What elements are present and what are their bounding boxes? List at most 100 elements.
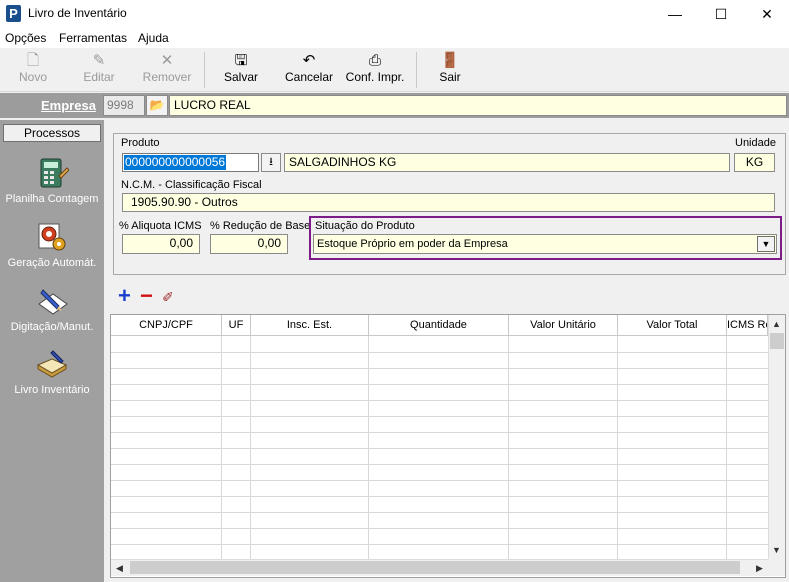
menu-ferramentas[interactable]: Ferramentas (59, 31, 127, 45)
menu-opcoes[interactable]: Opções (5, 31, 46, 45)
sidebar-item-label: Digitação/Manut. (10, 321, 94, 333)
novo-button[interactable]: 🗋 Novo (8, 52, 58, 90)
horizontal-scroll-thumb[interactable] (130, 561, 740, 574)
app-icon: P (6, 5, 21, 22)
grid-column-divider (250, 336, 251, 559)
table-row (111, 528, 768, 529)
grid-column-header[interactable]: Insc. Est. (251, 315, 369, 336)
table-row (111, 512, 768, 513)
vertical-scrollbar[interactable] (768, 315, 785, 559)
save-icon: 🖫 (234, 52, 248, 69)
aliquota-field[interactable]: 0,00 (122, 234, 200, 254)
conf-impr-label: Conf. Impr. (345, 70, 405, 84)
undo-icon: ↶ (302, 52, 316, 69)
sidebar-item-planilha[interactable]: Planilha Contagem (0, 156, 104, 205)
aliquota-label: % Aliquota ICMS (119, 220, 202, 232)
table-row (111, 544, 768, 545)
grid-column-header[interactable]: Valor Total (618, 315, 727, 336)
reducao-field[interactable]: 0,00 (210, 234, 288, 254)
editar-button[interactable]: ✎ Editar (72, 52, 126, 90)
table-row (111, 464, 768, 465)
sidebar-item-label: Geração Automát. (7, 257, 97, 269)
table-row (111, 400, 768, 401)
grid-column-divider (617, 336, 618, 559)
empresa-label: Empresa (41, 98, 96, 113)
table-row (111, 432, 768, 433)
editar-label: Editar (83, 70, 115, 84)
minimize-button[interactable]: — (652, 0, 698, 28)
produto-code-input[interactable]: 000000000000056 (122, 153, 259, 172)
sidebar-item-geracao[interactable]: Geração Automát. (0, 220, 104, 269)
cancelar-label: Cancelar (284, 70, 334, 84)
grid-column-divider (726, 336, 727, 559)
situacao-label: Situação do Produto (315, 220, 415, 232)
delete-x-icon: ✕ (160, 52, 174, 69)
remover-label: Remover (142, 70, 192, 84)
window-title: Livro de Inventário (28, 6, 127, 20)
scroll-up-icon[interactable]: ▲ (768, 316, 785, 333)
table-row (111, 368, 768, 369)
grid-column-divider (368, 336, 369, 559)
reducao-label: % Redução de Base (210, 220, 311, 232)
open-folder-icon[interactable]: 📂 (146, 95, 168, 116)
exit-door-icon: 🚪 (440, 52, 460, 69)
sidebar-item-digitacao[interactable]: Digitação/Manut. (0, 284, 104, 333)
scroll-left-icon[interactable]: ◀ (111, 560, 128, 577)
table-row (111, 480, 768, 481)
chevron-down-icon[interactable]: ▼ (757, 236, 775, 252)
sidebar-item-label: Livro Inventário (14, 384, 90, 396)
table-row (111, 416, 768, 417)
new-doc-icon: 🗋 (26, 52, 40, 69)
items-grid[interactable] (110, 314, 786, 578)
maximize-button[interactable]: ☐ (698, 0, 744, 28)
salvar-button[interactable]: 🖫 Salvar (216, 52, 266, 90)
grid-column-header[interactable]: CNPJ/CPF (111, 315, 222, 336)
add-icon[interactable]: + (118, 285, 131, 307)
sidebar-item-label: Planilha Contagem (5, 193, 99, 205)
close-button[interactable]: ✕ (744, 0, 789, 28)
toolbar-separator (416, 52, 417, 88)
produto-code-value: 000000000000056 (124, 155, 227, 170)
book-pen-icon (36, 350, 68, 378)
scroll-right-icon[interactable]: ▶ (751, 560, 768, 577)
scroll-down-icon[interactable]: ▼ (768, 542, 785, 559)
edit-doc-icon: ✎ (92, 52, 106, 69)
grid-column-header[interactable]: UF (222, 315, 251, 336)
vertical-scroll-thumb[interactable] (770, 333, 784, 349)
table-row (111, 384, 768, 385)
calculator-icon (40, 158, 69, 188)
unidade-label: Unidade (735, 137, 776, 149)
grid-column-divider (508, 336, 509, 559)
edit-pencil-icon[interactable]: ✐ (162, 289, 174, 306)
novo-label: Novo (18, 70, 47, 84)
ncm-field[interactable]: 1905.90.90 - Outros (122, 193, 775, 212)
produto-description-field[interactable]: SALGADINHOS KG (284, 153, 730, 172)
unidade-field[interactable]: KG (734, 153, 775, 172)
sair-button[interactable]: 🚪 Sair (430, 52, 470, 90)
table-row (111, 352, 768, 353)
processos-header[interactable]: Processos (3, 124, 101, 142)
table-row (111, 448, 768, 449)
conf-impr-button[interactable]: ⎙ Conf. Impr. (342, 52, 408, 90)
grid-column-divider (221, 336, 222, 559)
sidebar-item-livro[interactable]: Livro Inventário (0, 347, 104, 396)
salvar-label: Salvar (223, 70, 258, 84)
remove-icon[interactable]: − (140, 285, 153, 307)
menu-ajuda[interactable]: Ajuda (138, 31, 169, 45)
table-row (111, 496, 768, 497)
empresa-name-field[interactable]: LUCRO REAL (169, 95, 787, 116)
grid-column-header[interactable]: Quantidade (369, 315, 509, 336)
cancelar-button[interactable]: ↶ Cancelar (282, 52, 336, 90)
grid-column-header[interactable]: ICMS Re (727, 315, 768, 336)
scroll-corner (768, 559, 785, 576)
gears-icon (38, 223, 66, 251)
produto-label: Produto (121, 137, 160, 149)
remover-button[interactable]: ✕ Remover (138, 52, 196, 90)
printer-icon: ⎙ (368, 52, 381, 69)
toolbar-separator (204, 52, 205, 88)
pencil-doc-icon (38, 289, 68, 315)
download-arrow-icon[interactable]: ⭳ (261, 153, 281, 172)
grid-column-header[interactable]: Valor Unitário (509, 315, 618, 336)
empresa-code-field[interactable]: 9998 (103, 95, 145, 116)
situacao-select[interactable]: Estoque Próprio em poder da Empresa (313, 234, 777, 254)
